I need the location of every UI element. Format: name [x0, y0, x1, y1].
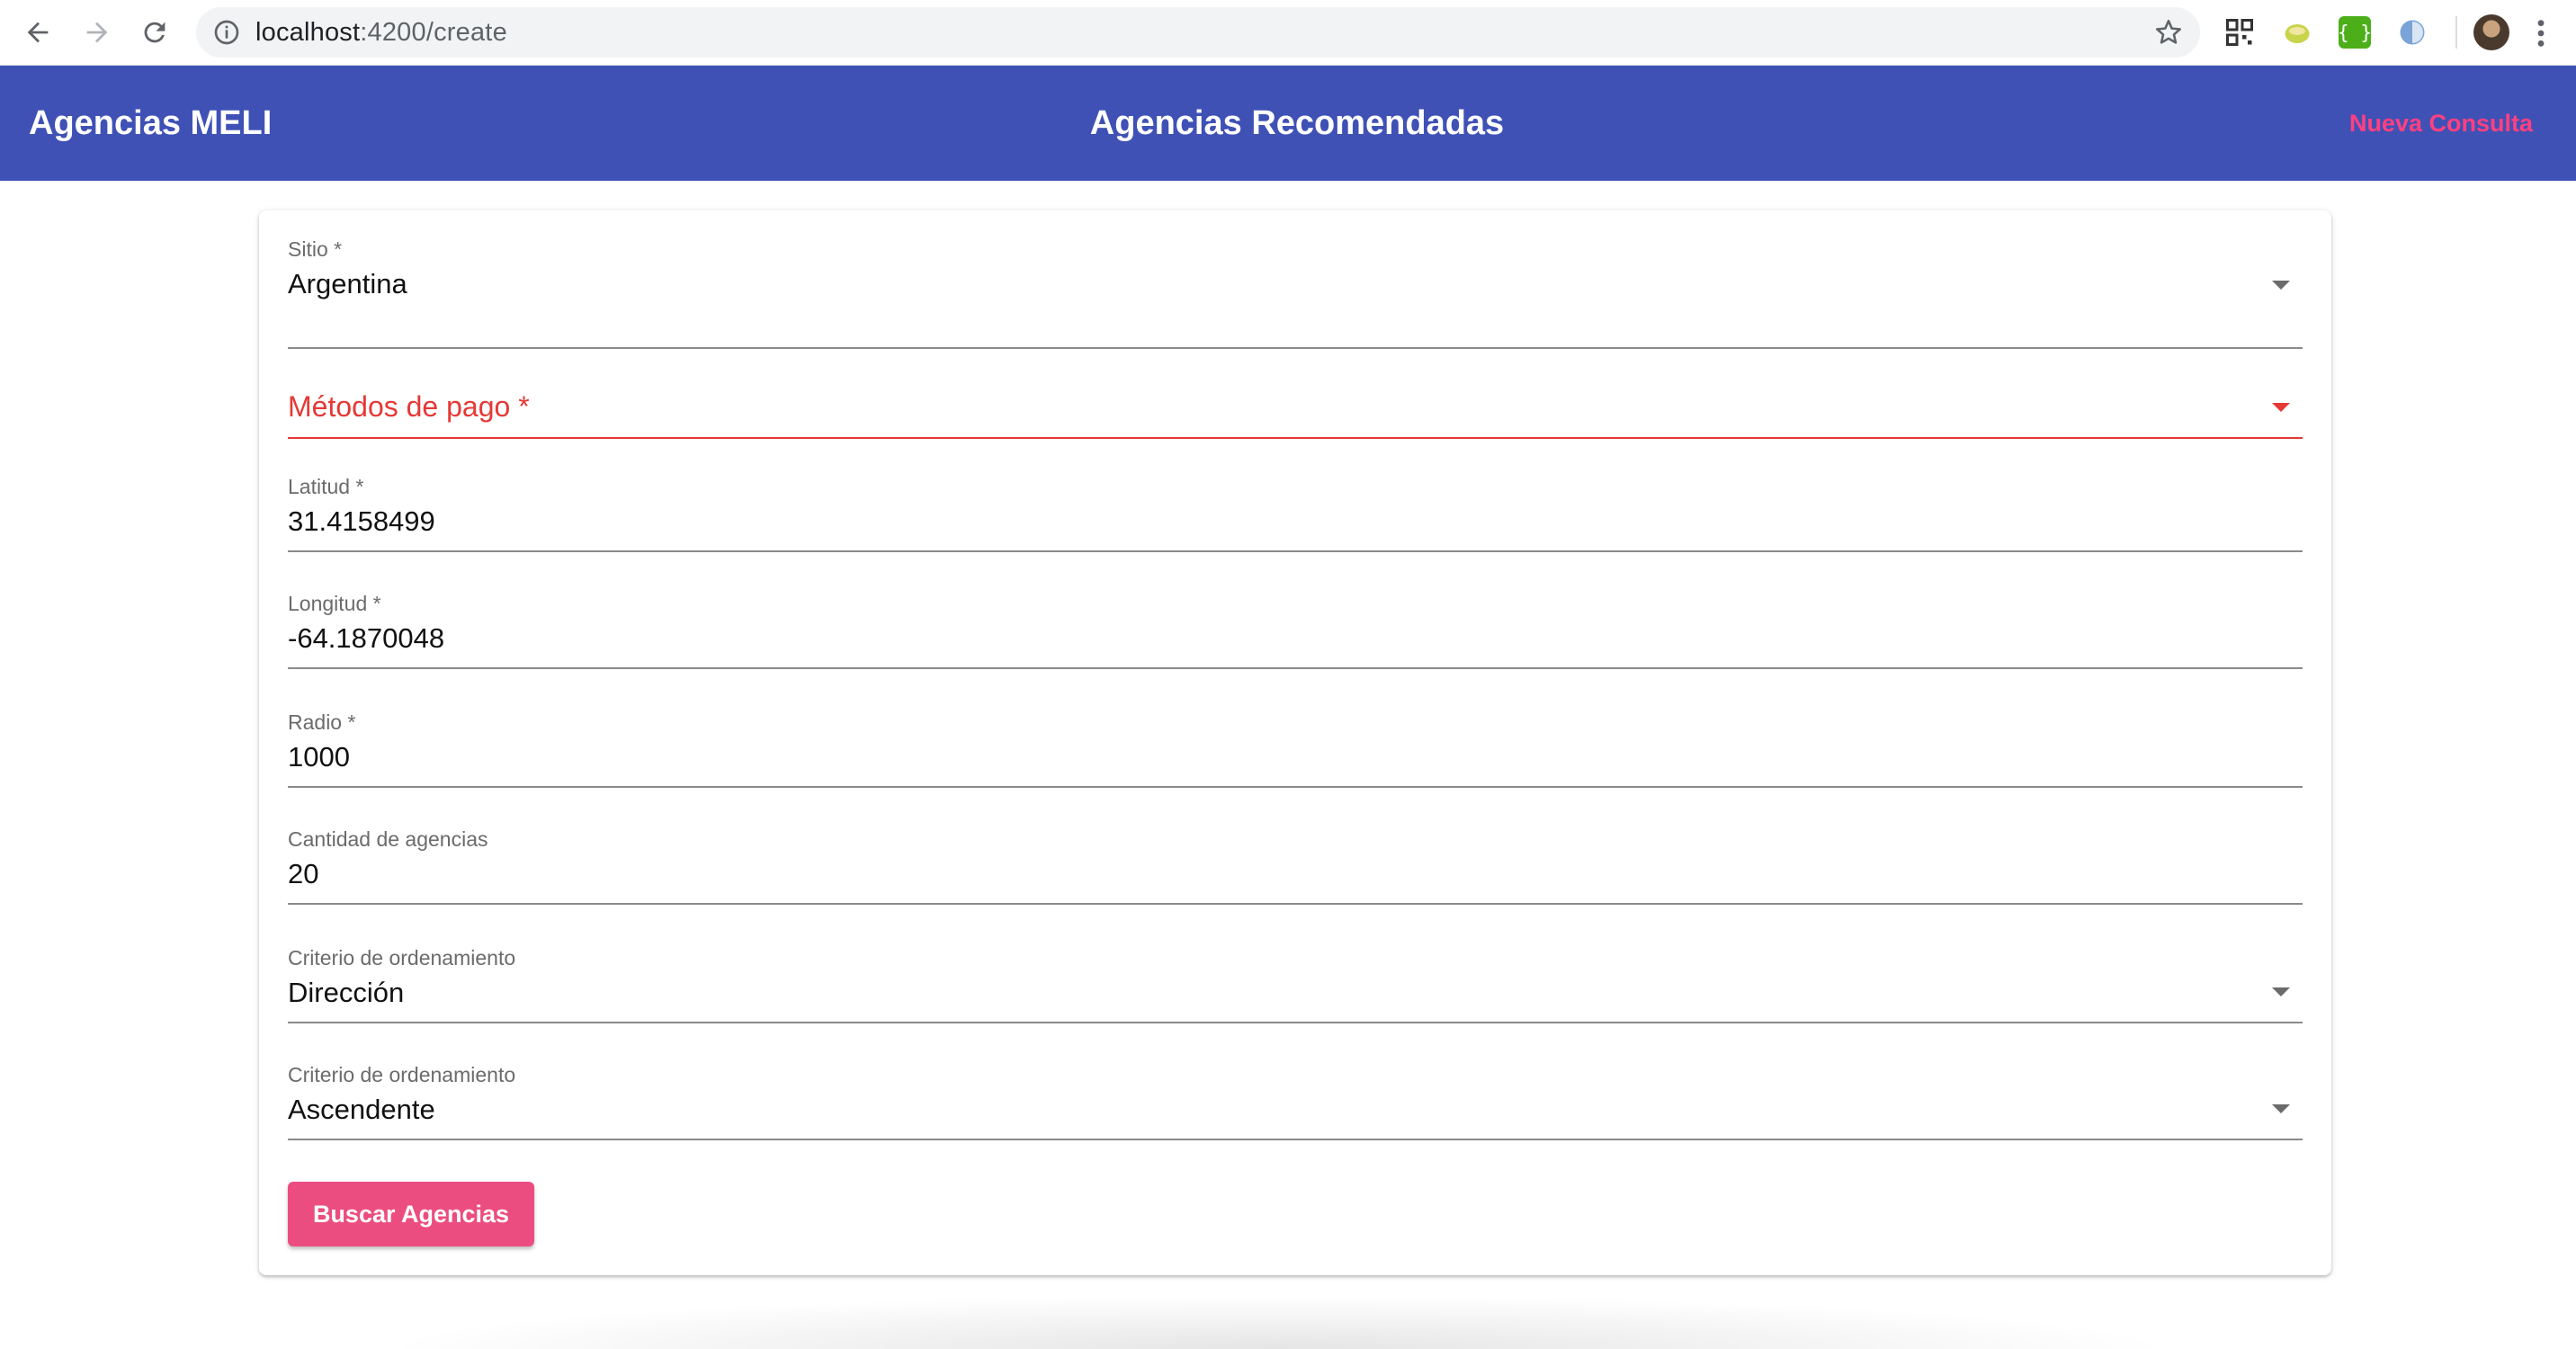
browser-chrome: localhost:4200/create { }	[0, 0, 2576, 66]
reload-icon[interactable]	[135, 13, 174, 52]
agency-count-field[interactable]: Cantidad de agencias 20	[288, 827, 2303, 905]
url-host: localhost	[255, 18, 361, 47]
star-icon[interactable]	[2153, 17, 2184, 48]
extension-icon[interactable]	[2281, 16, 2313, 49]
agency-count-value: 20	[288, 858, 319, 889]
page-title: Agencias Recomendadas	[1089, 104, 1505, 142]
sort-field-value: Dirección	[288, 977, 405, 1008]
payment-methods-underline	[288, 437, 2303, 439]
new-query-button[interactable]: Nueva Consulta	[2349, 66, 2533, 181]
longitude-value: -64.1870048	[288, 622, 445, 654]
site-select[interactable]: Sitio * Argentina	[288, 237, 2303, 349]
longitude-field[interactable]: Longitud * -64.1870048	[288, 592, 2303, 669]
menu-kebab-icon[interactable]	[2536, 18, 2545, 49]
chevron-down-icon	[2272, 403, 2290, 412]
site-select-underline	[288, 347, 2303, 349]
toolbar-divider	[2455, 16, 2457, 49]
search-agencies-button[interactable]: Buscar Agencias	[288, 1182, 534, 1246]
agency-count-label: Cantidad de agencias	[288, 827, 488, 851]
latitude-label: Latitud *	[288, 475, 364, 498]
payment-methods-placeholder: Métodos de pago *	[288, 390, 530, 423]
sort-field-label: Criterio de ordenamiento	[288, 946, 516, 969]
chevron-down-icon	[2272, 987, 2290, 996]
longitude-label: Longitud *	[288, 592, 381, 615]
address-bar[interactable]: localhost:4200/create	[196, 7, 2200, 58]
sort-field-select[interactable]: Criterio de ordenamiento Dirección	[288, 946, 2303, 1023]
longitude-underline	[288, 667, 2303, 669]
radius-value: 1000	[288, 741, 350, 773]
radius-label: Radio *	[288, 710, 356, 734]
chevron-down-icon	[2272, 1104, 2290, 1113]
radius-field[interactable]: Radio * 1000	[288, 710, 2303, 788]
site-select-value: Argentina	[288, 268, 407, 299]
url-path: :4200/create	[360, 18, 507, 47]
search-form-card: Sitio * Argentina Métodos de pago * Lati…	[259, 210, 2331, 1275]
shield-extension-icon[interactable]	[2396, 16, 2428, 49]
latitude-field[interactable]: Latitud * 31.4158499	[288, 475, 2303, 552]
json-extension-icon[interactable]: { }	[2338, 16, 2372, 49]
latitude-underline	[288, 550, 2303, 552]
info-icon[interactable]	[212, 18, 241, 47]
payment-methods-select[interactable]: Métodos de pago *	[288, 390, 2303, 462]
forward-icon[interactable]	[77, 13, 117, 52]
avatar[interactable]	[2473, 14, 2509, 50]
qr-extension-icon[interactable]	[2223, 16, 2256, 49]
radius-underline	[288, 786, 2303, 788]
sort-order-underline	[288, 1139, 2303, 1140]
svg-text:{ }: { }	[2339, 22, 2371, 44]
sort-order-select[interactable]: Criterio de ordenamiento Ascendente	[288, 1063, 2303, 1140]
site-select-label: Sitio *	[288, 237, 343, 261]
back-icon[interactable]	[18, 13, 58, 52]
bottom-shadow	[378, 1295, 2177, 1349]
sort-order-value: Ascendente	[288, 1094, 435, 1125]
agency-count-underline	[288, 903, 2303, 905]
chevron-down-icon	[2272, 281, 2290, 290]
sort-order-label: Criterio de ordenamiento	[288, 1063, 516, 1086]
url-text[interactable]: localhost:4200/create	[255, 7, 507, 58]
latitude-value: 31.4158499	[288, 505, 435, 537]
sort-field-underline	[288, 1022, 2303, 1023]
app-toolbar: Agencias MELI Agencias Recomendadas Nuev…	[0, 66, 2576, 181]
